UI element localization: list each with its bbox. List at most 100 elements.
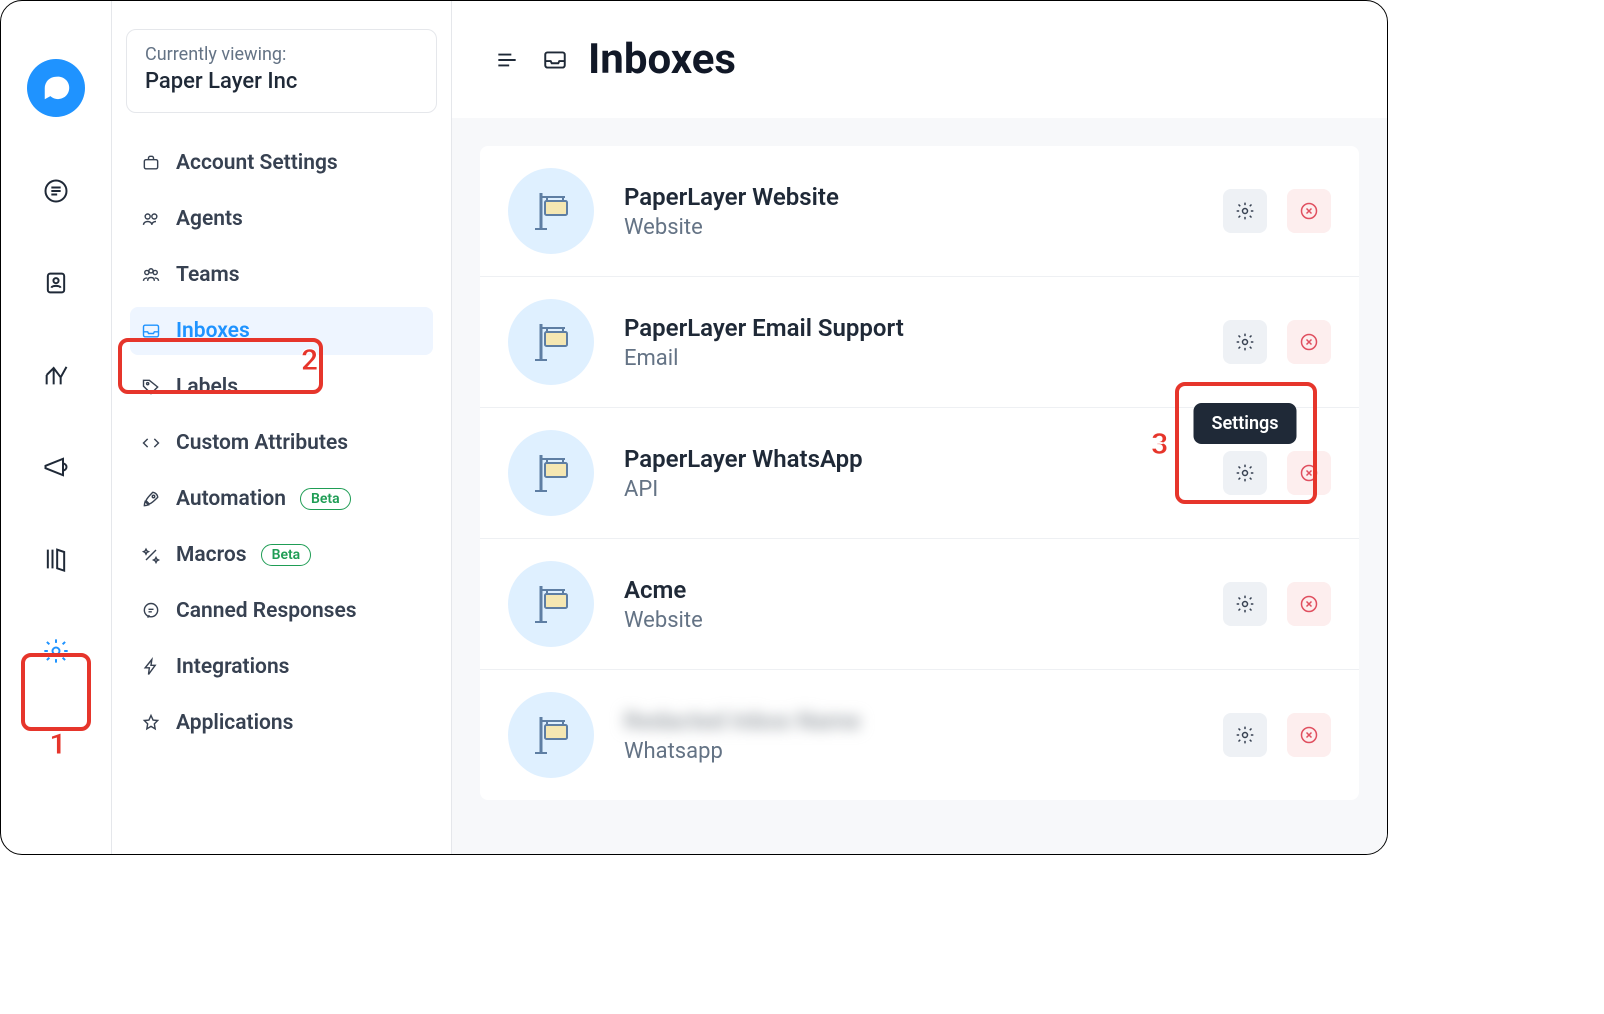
people-group-icon — [140, 264, 162, 286]
main-header: Inboxes — [452, 1, 1387, 118]
inbox-list: PaperLayer Website Website PaperLayer Emai… — [480, 146, 1359, 800]
inbox-avatar — [508, 430, 594, 516]
inbox-settings-button[interactable] — [1223, 582, 1267, 626]
inbox-channel: Website — [624, 608, 1193, 633]
main-content: Inboxes PaperLayer WebsiteWebsitePaperLa… — [451, 1, 1387, 854]
help-icon[interactable] — [38, 541, 74, 577]
tag-icon — [140, 376, 162, 398]
inbox-settings-button[interactable] — [1223, 713, 1267, 757]
inbox-settings-button[interactable] — [1223, 189, 1267, 233]
sidebar-item-macros[interactable]: Macros Beta — [130, 531, 433, 579]
inbox-text: PaperLayer Email Support Email — [624, 314, 1193, 371]
settings-sidebar: Currently viewing: Paper Layer Inc Accou… — [111, 1, 451, 854]
star-icon — [140, 712, 162, 734]
signboard-icon — [527, 187, 575, 235]
inbox-delete-button[interactable] — [1287, 451, 1331, 495]
sidebar-item-applications[interactable]: Applications — [130, 699, 433, 747]
inbox-channel: Email — [624, 346, 1193, 371]
reports-icon[interactable] — [38, 357, 74, 393]
settings-nav-list: Account Settings Agents Teams Inboxes Labels… — [126, 135, 437, 751]
code-icon — [140, 432, 162, 454]
primary-nav-rail — [1, 1, 111, 854]
inbox-actions — [1223, 713, 1331, 757]
inbox-delete-button[interactable] — [1287, 320, 1331, 364]
inbox-avatar — [508, 692, 594, 778]
inbox-actions — [1223, 320, 1331, 364]
sidebar-item-custom-attributes[interactable]: Custom Attributes — [130, 419, 433, 467]
signboard-icon — [527, 580, 575, 628]
account-name: Paper Layer Inc — [145, 69, 418, 94]
inbox-avatar — [508, 561, 594, 647]
rocket-icon — [140, 488, 162, 510]
inbox-settings-button[interactable] — [1223, 451, 1267, 495]
inbox-delete-button[interactable] — [1287, 582, 1331, 626]
sidebar-item-label: Macros — [176, 543, 247, 567]
sidebar-item-account-settings[interactable]: Account Settings — [130, 139, 433, 187]
sidebar-item-inboxes[interactable]: Inboxes — [130, 307, 433, 355]
inbox-text: PaperLayer Website Website — [624, 183, 1193, 240]
campaigns-icon[interactable] — [38, 449, 74, 485]
sidebar-item-label: Teams — [176, 263, 240, 287]
sidebar-item-automation[interactable]: Automation Beta — [130, 475, 433, 523]
inbox-row: PaperLayer Website Website — [480, 146, 1359, 277]
inbox-name: PaperLayer Email Support — [624, 314, 1193, 342]
signboard-icon — [527, 711, 575, 759]
wand-icon — [140, 544, 162, 566]
sidebar-item-canned-responses[interactable]: Canned Responses — [130, 587, 433, 635]
sidebar-item-agents[interactable]: Agents — [130, 195, 433, 243]
account-switcher[interactable]: Currently viewing: Paper Layer Inc — [126, 29, 437, 113]
chat-bubble-icon — [41, 73, 71, 103]
app-frame: Currently viewing: Paper Layer Inc Accou… — [0, 0, 1388, 855]
inbox-row: Redacted Inbox Name Whatsapp — [480, 670, 1359, 800]
page-title: Inboxes — [588, 35, 736, 84]
inbox-name: PaperLayer Website — [624, 183, 1193, 211]
content-area: PaperLayer Website Website PaperLayer Emai… — [452, 118, 1387, 854]
sidebar-item-label: Agents — [176, 207, 243, 231]
inbox-icon — [140, 320, 162, 342]
inbox-avatar — [508, 299, 594, 385]
inbox-row: PaperLayer Email Support Email — [480, 277, 1359, 408]
sidebar-item-label: Integrations — [176, 655, 289, 679]
signboard-icon — [527, 318, 575, 366]
inbox-text: Redacted Inbox Name Whatsapp — [624, 707, 1193, 764]
conversations-icon[interactable] — [38, 173, 74, 209]
menu-icon[interactable] — [492, 45, 522, 75]
sidebar-item-label: Labels — [176, 375, 238, 399]
sidebar-item-label: Applications — [176, 711, 293, 735]
sidebar-item-integrations[interactable]: Integrations — [130, 643, 433, 691]
sidebar-item-label: Custom Attributes — [176, 431, 348, 455]
app-logo[interactable] — [27, 59, 85, 117]
beta-badge: Beta — [261, 544, 312, 566]
inbox-actions — [1223, 189, 1331, 233]
signboard-icon — [527, 449, 575, 497]
inbox-delete-button[interactable] — [1287, 713, 1331, 757]
inbox-settings-button[interactable] — [1223, 320, 1267, 364]
inbox-text: PaperLayer WhatsApp API — [624, 445, 1193, 502]
inbox-channel: Website — [624, 215, 1193, 240]
inbox-row: PaperLayer WhatsApp API Settings — [480, 408, 1359, 539]
beta-badge: Beta — [300, 488, 351, 510]
settings-icon[interactable] — [38, 633, 74, 669]
inbox-actions: Settings — [1223, 451, 1331, 495]
people-icon — [140, 208, 162, 230]
inbox-name: Redacted Inbox Name — [624, 707, 1193, 735]
inbox-channel: Whatsapp — [624, 739, 1193, 764]
sidebar-item-label: Canned Responses — [176, 599, 357, 623]
inbox-actions — [1223, 582, 1331, 626]
inbox-delete-button[interactable] — [1287, 189, 1331, 233]
chat-icon — [140, 600, 162, 622]
viewing-label: Currently viewing: — [145, 44, 418, 65]
inbox-name: PaperLayer WhatsApp — [624, 445, 1193, 473]
briefcase-icon — [140, 152, 162, 174]
sidebar-item-teams[interactable]: Teams — [130, 251, 433, 299]
inbox-icon — [540, 45, 570, 75]
inbox-text: Acme Website — [624, 576, 1193, 633]
settings-tooltip: Settings — [1194, 403, 1297, 444]
sidebar-item-label: Automation — [176, 487, 286, 511]
inbox-channel: API — [624, 477, 1193, 502]
contacts-icon[interactable] — [38, 265, 74, 301]
sidebar-item-labels[interactable]: Labels — [130, 363, 433, 411]
sidebar-item-label: Account Settings — [176, 151, 338, 175]
inbox-name: Acme — [624, 576, 1193, 604]
inbox-row: Acme Website — [480, 539, 1359, 670]
